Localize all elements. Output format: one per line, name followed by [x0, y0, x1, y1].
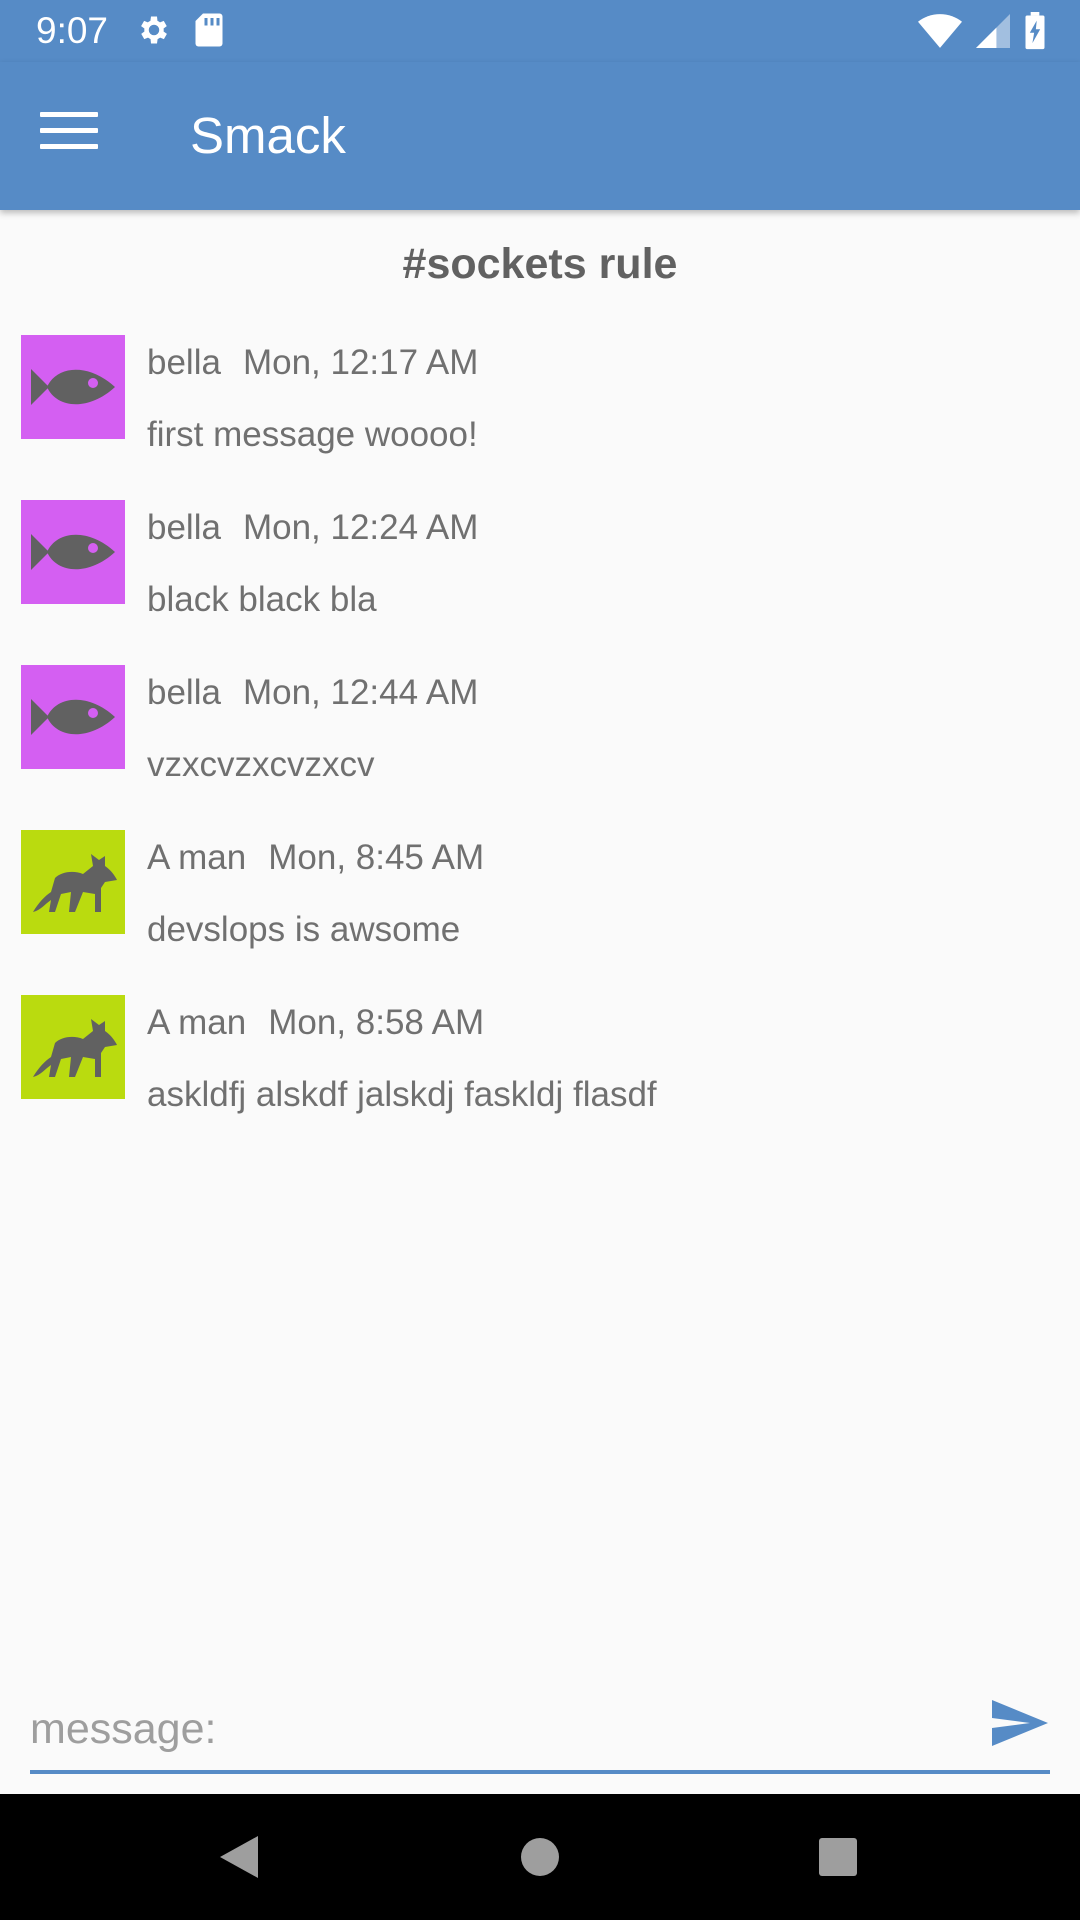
message-text: askldfj alskdf jalskdj faskldj flasdf [147, 1075, 657, 1114]
message-username: A man [147, 1003, 247, 1042]
message-item: A man Mon, 8:58 AM askldfj alskdf jalskdj… [0, 995, 1080, 1160]
home-icon[interactable] [519, 1834, 561, 1885]
avatar[interactable] [21, 830, 125, 934]
avatar[interactable] [21, 500, 125, 604]
sd-card-icon [194, 12, 224, 53]
message-text: devslops is awsome [147, 910, 461, 949]
message-timestamp: Mon, 8:45 AM [268, 838, 485, 877]
battery-charging-icon [1024, 12, 1046, 55]
fish-icon [21, 335, 125, 439]
message-item: bella Mon, 12:24 AM black black bla [0, 500, 1080, 665]
hamburger-menu-icon[interactable] [40, 112, 98, 162]
navigation-bar [0, 1794, 1080, 1920]
status-time: 9:07 [36, 10, 109, 51]
message-composer [30, 1690, 1050, 1774]
app-title: Smack [190, 107, 346, 164]
message-timestamp: Mon, 12:44 AM [242, 673, 479, 712]
message-username: bella [147, 673, 221, 712]
message-timestamp: Mon, 12:24 AM [242, 508, 479, 547]
avatar[interactable] [21, 995, 125, 1099]
fox-icon [21, 830, 125, 934]
message-text: black black bla [147, 580, 377, 619]
recents-icon[interactable] [817, 1834, 859, 1885]
wifi-icon [918, 14, 962, 53]
app-bar: Smack [0, 62, 1080, 210]
message-username: bella [147, 508, 221, 547]
back-icon[interactable] [218, 1834, 260, 1885]
avatar[interactable] [21, 665, 125, 769]
fish-icon [21, 665, 125, 769]
message-input[interactable] [30, 1690, 970, 1768]
input-underline [30, 1770, 1050, 1774]
channel-title: #sockets rule [402, 240, 678, 288]
fox-icon [21, 995, 125, 1099]
message-item: bella Mon, 12:17 AM first message woooo! [0, 335, 1080, 500]
gear-icon [136, 12, 172, 53]
status-bar: 9:07 [0, 0, 1080, 62]
message-username: bella [147, 343, 221, 382]
avatar[interactable] [21, 335, 125, 439]
message-username: A man [147, 838, 247, 877]
send-icon[interactable] [990, 1698, 1050, 1748]
message-timestamp: Mon, 8:58 AM [268, 1003, 485, 1042]
message-item: A man Mon, 8:45 AM devslops is awsome [0, 830, 1080, 995]
fish-icon [21, 500, 125, 604]
message-text: vzxcvzxcvzxcv [147, 745, 375, 784]
cell-signal-icon [976, 14, 1010, 53]
message-item: bella Mon, 12:44 AM vzxcvzxcvzxcv [0, 665, 1080, 830]
message-timestamp: Mon, 12:17 AM [242, 343, 479, 382]
message-text: first message woooo! [147, 415, 478, 454]
message-list: bella Mon, 12:17 AM first message woooo! … [0, 335, 1080, 1160]
